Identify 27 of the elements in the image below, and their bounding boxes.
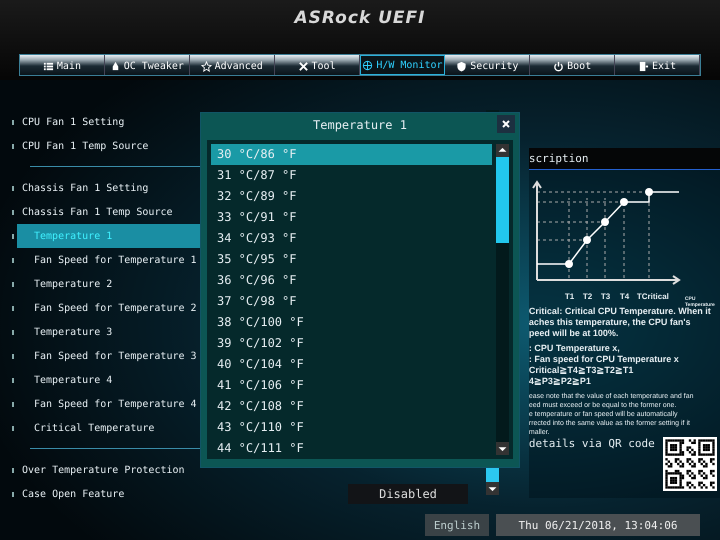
setting-label: Fan Speed for Temperature 3 <box>34 350 197 362</box>
axis-label: T4 <box>620 292 630 301</box>
description-text: : CPU Temperature x, : Fan speed for CPU Temperature x Critical≧T4≧T3≧T2≧T1 4≧P3≧P2≧P1 <box>528 343 680 387</box>
setting-label: CPU Fan 1 Setting <box>22 116 124 128</box>
setting-label: Case Open Feature <box>22 488 124 500</box>
setting-label: Temperature 3 <box>34 326 112 338</box>
dialog-title: Temperature 1 <box>313 118 407 132</box>
description-text: Critical: Critical CPU Temperature. When it aches this temperature, the CPU fan's peed will be at 100%. <box>528 306 711 339</box>
logo: ASRock UEFI <box>294 8 426 30</box>
setting-label: Temperature 1 <box>34 230 112 242</box>
date-time: Thu 06/21/2018, 13:04:06 <box>496 514 700 536</box>
panel-title: scription <box>528 148 720 170</box>
setting-label: Chassis Fan 1 Temp Source <box>22 206 173 218</box>
setting-label: Over Temperature Protection <box>22 464 185 476</box>
setting-label: Fan Speed for Temperature 1 <box>34 254 197 266</box>
axis-label: T1 <box>564 292 574 301</box>
setting-label: Fan Speed for Temperature 4 <box>34 398 197 410</box>
axis-label: TCritical <box>636 292 669 301</box>
axis-label: T2 <box>582 292 592 301</box>
setting-label: Temperature 4 <box>34 374 112 386</box>
setting-label: Chassis Fan 1 Setting <box>22 182 148 194</box>
qr-caption: details via QR code <box>528 437 655 450</box>
setting-label: Temperature 2 <box>34 278 112 290</box>
setting-label: Critical Temperature <box>34 422 154 434</box>
setting-label: CPU Fan 1 Temp Source <box>22 140 148 152</box>
setting-label: Fan Speed for Temperature 2 <box>34 302 197 314</box>
axis-label: T3 <box>600 292 610 301</box>
